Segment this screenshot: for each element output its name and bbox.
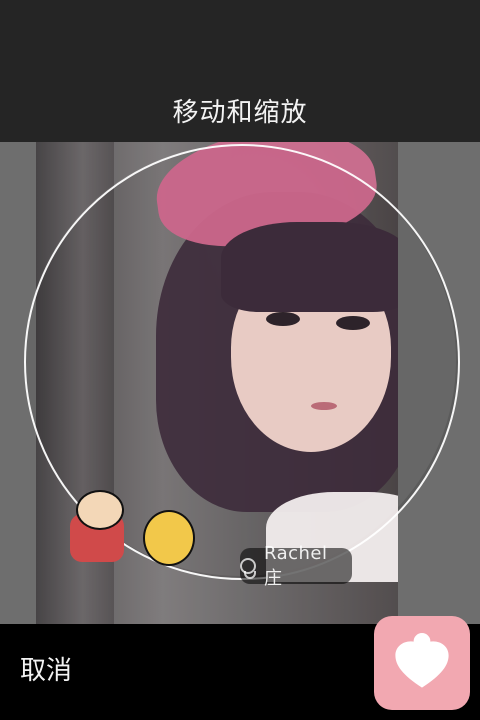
watermark-name: Rachel 庄	[263, 542, 328, 589]
cartoon-boy-head	[76, 490, 124, 530]
cartoon-sticker	[58, 490, 198, 585]
app-badge[interactable]	[374, 616, 470, 710]
cancel-button[interactable]: 取消	[20, 650, 72, 687]
right-eye	[336, 316, 370, 330]
mouth	[311, 402, 337, 410]
left-eye	[266, 312, 300, 326]
bangs	[221, 222, 398, 312]
photo-watermark: Rachel 庄	[240, 543, 352, 589]
cartoon-dog	[143, 510, 195, 566]
page-title: 移动和缩放	[172, 98, 308, 128]
heart-person-icon	[387, 626, 457, 700]
user-icon	[240, 558, 256, 579]
